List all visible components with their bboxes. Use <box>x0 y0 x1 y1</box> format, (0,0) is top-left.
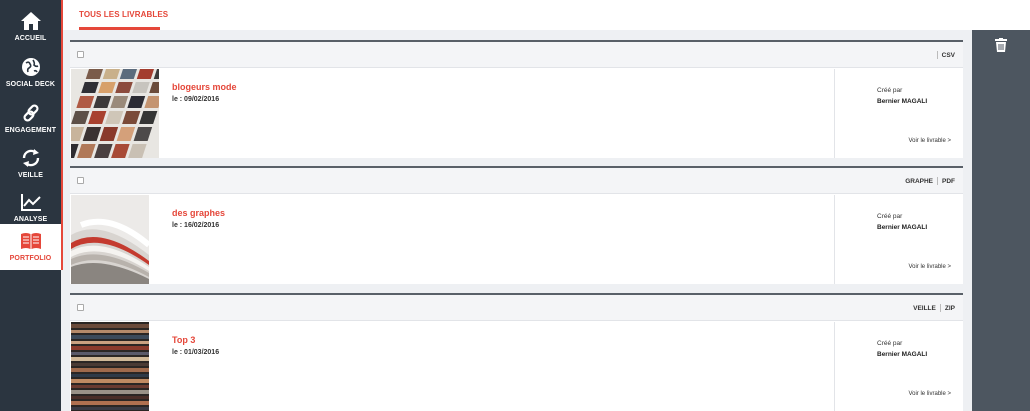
tab-bar: TOUS LES LIVRABLES <box>63 0 1030 30</box>
card-divider <box>834 322 835 411</box>
nav-label: VEILLE <box>17 172 44 179</box>
format-tag[interactable]: VEILLE <box>913 305 936 312</box>
tab-tous-les-livrables[interactable]: TOUS LES LIVRABLES <box>79 10 168 19</box>
select-checkbox[interactable] <box>77 177 84 184</box>
nav-label: ANALYSE <box>13 216 48 223</box>
nav-label: PORTFOLIO <box>9 255 52 262</box>
link-icon <box>19 101 43 125</box>
created-by-label: Créé par <box>877 87 903 94</box>
nav-label: ENGAGEMENT <box>4 127 57 134</box>
livrable-title[interactable]: des graphes <box>172 208 225 218</box>
card-divider <box>834 195 835 284</box>
card-header: GRAPHE PDF <box>70 168 963 194</box>
trash-icon[interactable] <box>995 38 1007 57</box>
right-action-panel <box>972 30 1030 411</box>
format-tags: CSV <box>933 51 955 59</box>
tag-separator <box>939 304 941 312</box>
voir-livrable-link[interactable]: Voir le livrable > <box>908 264 951 270</box>
livrable-card: VEILLE ZIP Top 3 le : 01/03/2016 Créé pa… <box>70 293 963 411</box>
chart-icon <box>19 190 43 214</box>
format-tag[interactable]: GRAPHE <box>905 178 933 185</box>
nav-label: SOCIAL DECK <box>5 81 56 88</box>
card-divider <box>834 69 835 158</box>
voir-livrable-link[interactable]: Voir le livrable > <box>908 391 951 397</box>
nav-item-social-deck[interactable]: SOCIAL DECK <box>0 50 61 96</box>
livrable-date: le : 16/02/2016 <box>172 222 220 229</box>
select-checkbox[interactable] <box>77 304 84 311</box>
voir-livrable-link[interactable]: Voir le livrable > <box>908 138 951 144</box>
tag-separator <box>937 177 938 185</box>
card-header: VEILLE ZIP <box>70 295 963 321</box>
book-icon <box>19 229 43 253</box>
format-tag[interactable]: PDF <box>942 178 955 185</box>
tab-underline <box>79 27 160 30</box>
sidebar: ACCUEIL SOCIAL DECK ENGAGEMENT VEILLE AN… <box>0 0 61 411</box>
globe-icon <box>19 55 43 79</box>
livrable-card: CSV blogeurs mode le : 09/02/2016 Créé p… <box>70 40 963 158</box>
nav-item-accueil[interactable]: ACCUEIL <box>0 4 61 50</box>
author-name: Bernier MAGALI <box>877 351 928 358</box>
home-icon <box>19 9 43 33</box>
tag-separator <box>936 51 938 59</box>
sidebar-accent-strip <box>61 0 63 270</box>
livrable-thumbnail[interactable] <box>71 69 159 158</box>
refresh-icon <box>19 146 43 170</box>
created-by-label: Créé par <box>877 340 903 347</box>
nav-item-veille[interactable]: VEILLE <box>0 141 61 187</box>
author-name: Bernier MAGALI <box>877 98 928 105</box>
select-checkbox[interactable] <box>77 51 84 58</box>
livrable-thumbnail[interactable] <box>71 322 149 411</box>
created-by-label: Créé par <box>877 213 903 220</box>
livrable-title[interactable]: blogeurs mode <box>172 82 237 92</box>
livrable-date: le : 09/02/2016 <box>172 96 220 103</box>
nav-item-portfolio[interactable]: PORTFOLIO <box>0 224 61 270</box>
format-tag[interactable]: CSV <box>942 52 955 59</box>
livrable-date: le : 01/03/2016 <box>172 349 220 356</box>
livrable-thumbnail[interactable] <box>71 195 149 284</box>
livrable-title[interactable]: Top 3 <box>172 335 195 345</box>
format-tags: GRAPHE PDF <box>905 177 955 185</box>
card-header: CSV <box>70 42 963 68</box>
format-tags: VEILLE ZIP <box>913 304 955 312</box>
nav-item-engagement[interactable]: ENGAGEMENT <box>0 96 61 142</box>
nav-label: ACCUEIL <box>14 35 47 42</box>
format-tag[interactable]: ZIP <box>945 305 955 312</box>
author-name: Bernier MAGALI <box>877 224 928 231</box>
livrable-card: GRAPHE PDF des graphes le : 16/02/2016 C… <box>70 166 963 284</box>
